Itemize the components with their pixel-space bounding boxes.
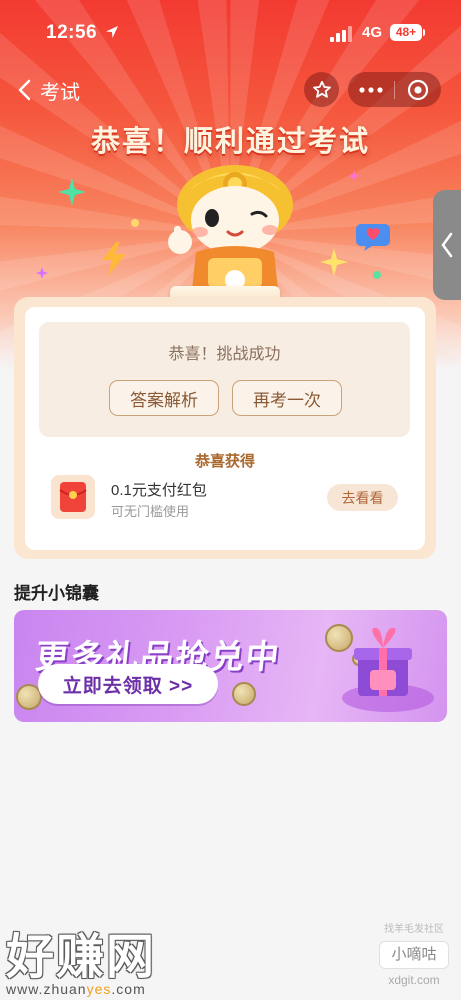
watermark-title: 好赚网: [6, 931, 157, 984]
more-dots-icon: [359, 86, 383, 93]
congrats-title: 恭喜！顺利通过考试: [90, 126, 370, 158]
watermark-url: www.zhuanyes.com: [6, 981, 146, 997]
nav-title: 考试: [40, 81, 80, 104]
sparkle-icon: [36, 267, 48, 279]
answer-analysis-button[interactable]: 答案解析: [109, 380, 219, 416]
network-type: 4G: [362, 24, 383, 41]
reward-name: 0.1元支付红包: [111, 482, 207, 499]
reward-description: 可无门槛使用: [111, 504, 190, 519]
section-title: 提升小锦囊: [14, 584, 99, 603]
view-reward-button[interactable]: 去看看: [327, 484, 398, 511]
claim-now-button[interactable]: 立即去领取 >>: [38, 664, 218, 704]
watermark-domain: xdgit.com: [388, 973, 440, 987]
chevron-left-icon: [441, 232, 453, 258]
watermark-xdgit: 找羊毛发社区 小嘀咕 xdgit.com: [370, 920, 458, 995]
battery-icon: 48+: [390, 24, 425, 41]
target-close-icon: [407, 79, 429, 100]
watermark-brand: 小嘀咕: [379, 941, 449, 969]
more-button[interactable]: [348, 72, 394, 107]
signal-icon: [330, 26, 352, 42]
red-envelope-icon: [51, 475, 95, 519]
retry-exam-button[interactable]: 再考一次: [232, 380, 342, 416]
star-icon: [312, 80, 331, 98]
challenge-box: 恭喜！挑战成功 答案解析 再考一次: [39, 322, 410, 437]
close-miniprogram-button[interactable]: [395, 72, 441, 107]
sparkle-icon: [348, 170, 360, 182]
result-card: 恭喜！挑战成功 答案解析 再考一次 恭喜获得 0.1元支付红包 可无门槛使用 去…: [14, 297, 436, 559]
result-card-inner: 恭喜！挑战成功 答案解析 再考一次 恭喜获得 0.1元支付红包 可无门槛使用 去…: [25, 307, 425, 550]
miniprogram-capsule: [348, 72, 441, 107]
dot-icon: [131, 219, 139, 227]
watermark-zhuanyes: 好赚网 www.zhuanyes.com: [6, 917, 206, 997]
favorite-button[interactable]: [304, 72, 339, 107]
mascot-illustration: [168, 165, 293, 290]
status-bar: 12:56 4G 48+: [0, 0, 461, 66]
reward-heading: 恭喜获得: [194, 453, 255, 470]
sparkle-icon: [58, 178, 86, 206]
dot-icon: [373, 271, 381, 279]
location-arrow-icon: [106, 26, 118, 38]
chevron-left-icon: [18, 79, 31, 101]
gift-box-illustration: [342, 627, 434, 712]
back-button[interactable]: 考试: [16, 74, 80, 106]
side-pull-tab[interactable]: [433, 190, 461, 300]
watermark-slogan: 找羊毛发社区: [384, 924, 444, 935]
challenge-status: 恭喜！挑战成功: [168, 346, 281, 363]
lightning-icon: [102, 242, 126, 276]
sparkle-icon: [320, 248, 348, 276]
coin-icon: [232, 682, 256, 706]
status-time: 12:56: [46, 22, 98, 43]
chat-heart-icon: [356, 224, 390, 251]
